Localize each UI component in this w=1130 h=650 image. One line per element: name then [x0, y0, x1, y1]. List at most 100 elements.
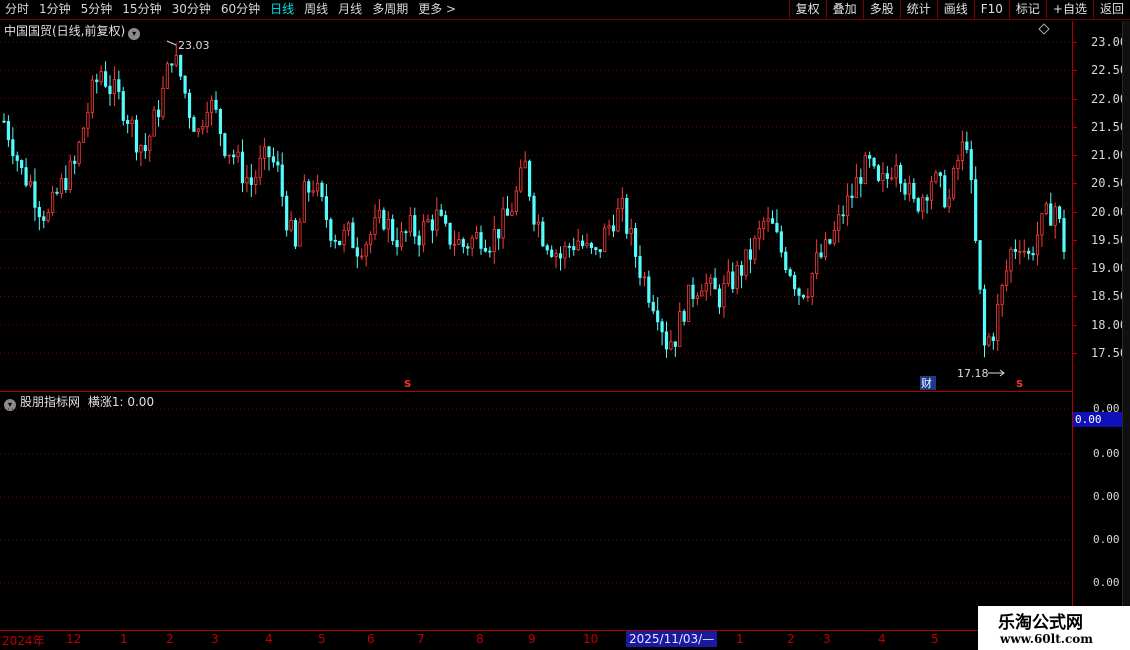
candle-body [916, 198, 920, 212]
tab-period-multi[interactable]: 多周期 [367, 0, 413, 20]
candle-body [492, 229, 496, 252]
candle-body [236, 151, 240, 158]
mark-button[interactable]: 标记 [1008, 0, 1046, 20]
candle-body [788, 269, 792, 276]
candle-body [951, 168, 956, 199]
candle-body [1040, 213, 1044, 236]
candle-body [386, 219, 390, 230]
candle-body [311, 190, 315, 193]
candle-body [594, 247, 598, 251]
indicator-panel[interactable]: ▾ 股朋指标网 横涨1: 0.00 [0, 392, 1072, 630]
candle-body [934, 172, 938, 183]
toolbar-tools: 复权 叠加 多股 统计 画线 F10 标记 +自选 返回 [788, 0, 1130, 20]
candle-body [232, 154, 236, 158]
time-axis[interactable]: 2024年 12 1 2 3 4 5 6 7 8 9 10 2025/11/03… [0, 630, 1072, 650]
candle-body [448, 222, 452, 245]
candle-body [801, 294, 806, 298]
candle-body [519, 167, 523, 192]
candle-body [607, 225, 611, 229]
candle-body [545, 245, 549, 251]
candle-body [245, 177, 249, 184]
finance-marker[interactable]: 财 [921, 376, 932, 390]
candle-body [907, 182, 912, 195]
tab-period-30min[interactable]: 30分钟 [167, 0, 216, 20]
indicator-tick: 0.00 [1093, 447, 1120, 460]
candle-body [214, 99, 218, 110]
candle-body [408, 215, 412, 233]
candle-body [890, 177, 894, 180]
candle-body [912, 182, 916, 199]
indicator-tick: 0.00 [1093, 533, 1120, 546]
candle-body [444, 215, 448, 224]
sell-marker-1[interactable]: S [404, 379, 411, 390]
more-label: 更多 [418, 2, 443, 16]
tab-period-1min[interactable]: 1分钟 [34, 0, 76, 20]
fuquan-button[interactable]: 复权 [788, 0, 826, 20]
tab-period-timeshare[interactable]: 分时 [0, 0, 34, 20]
candlestick-chart[interactable]: 23.03 17.18 S 财 S [0, 21, 1072, 391]
statistics-button[interactable]: 统计 [899, 0, 937, 20]
tab-period-more[interactable]: 更多 > [413, 0, 461, 20]
main-chart-panel[interactable]: 中国国贸(日线,前复权) ▾ 23.03 17.18 S 财 S [0, 21, 1072, 391]
time-label: 4 [265, 632, 273, 646]
candle-body [633, 228, 638, 257]
overlay-button[interactable]: 叠加 [825, 0, 863, 20]
tab-period-weekly[interactable]: 周线 [299, 0, 333, 20]
top-toolbar: 分时 1分钟 5分钟 15分钟 30分钟 60分钟 日线 周线 月线 多周期 更… [0, 0, 1130, 20]
tab-period-5min[interactable]: 5分钟 [76, 0, 118, 20]
candle-body [669, 341, 673, 350]
candle-body [430, 219, 435, 231]
candle-body [373, 217, 377, 235]
candle-body [532, 195, 536, 225]
draw-line-button[interactable]: 画线 [936, 0, 974, 20]
candle-body [280, 164, 284, 197]
candle-body [819, 252, 823, 258]
candle-body [1031, 253, 1035, 256]
candle-body [514, 190, 518, 212]
add-watchlist-button[interactable]: +自选 [1045, 0, 1093, 20]
indicator-chart[interactable] [0, 392, 1072, 630]
candle-body [364, 243, 368, 257]
candle-body [227, 154, 231, 157]
candle-body [709, 277, 713, 284]
candle-body [717, 288, 722, 308]
candle-body [417, 235, 421, 246]
candle-body [797, 288, 801, 296]
multi-stock-button[interactable]: 多股 [862, 0, 900, 20]
right-scroll-strip[interactable] [1122, 21, 1130, 630]
candle-body [289, 219, 293, 231]
candle-body [616, 208, 620, 232]
candle-body [585, 242, 589, 247]
candle-body [938, 172, 942, 177]
candle-body [558, 253, 563, 259]
candle-body [333, 239, 337, 242]
candle-body [943, 175, 947, 208]
f10-button[interactable]: F10 [973, 0, 1009, 20]
candle-body [170, 63, 174, 66]
candle-body [1053, 206, 1057, 226]
candle-body [59, 178, 64, 194]
candle-body [969, 149, 973, 181]
tab-period-60min[interactable]: 60分钟 [216, 0, 265, 20]
candle-body [320, 182, 324, 198]
price-tick-mark [1073, 183, 1077, 185]
tab-period-daily[interactable]: 日线 [265, 0, 299, 20]
candle-body [183, 75, 187, 94]
candle-body [832, 229, 836, 244]
candle-body [271, 156, 276, 163]
candle-body [307, 181, 311, 193]
vertical-axis-line [1072, 21, 1073, 630]
candle-body [466, 246, 470, 249]
candle-body [42, 216, 46, 221]
time-label: 9 [528, 632, 536, 646]
candle-body [823, 239, 828, 258]
tab-period-monthly[interactable]: 月线 [333, 0, 367, 20]
candle-body [426, 219, 430, 223]
candle-body [474, 232, 479, 239]
sell-marker-2[interactable]: S [1016, 379, 1023, 390]
candle-body [262, 146, 267, 159]
back-button[interactable]: 返回 [1092, 0, 1130, 20]
price-tick-mark [1073, 211, 1077, 213]
candle-body [298, 221, 302, 247]
tab-period-15min[interactable]: 15分钟 [117, 0, 166, 20]
